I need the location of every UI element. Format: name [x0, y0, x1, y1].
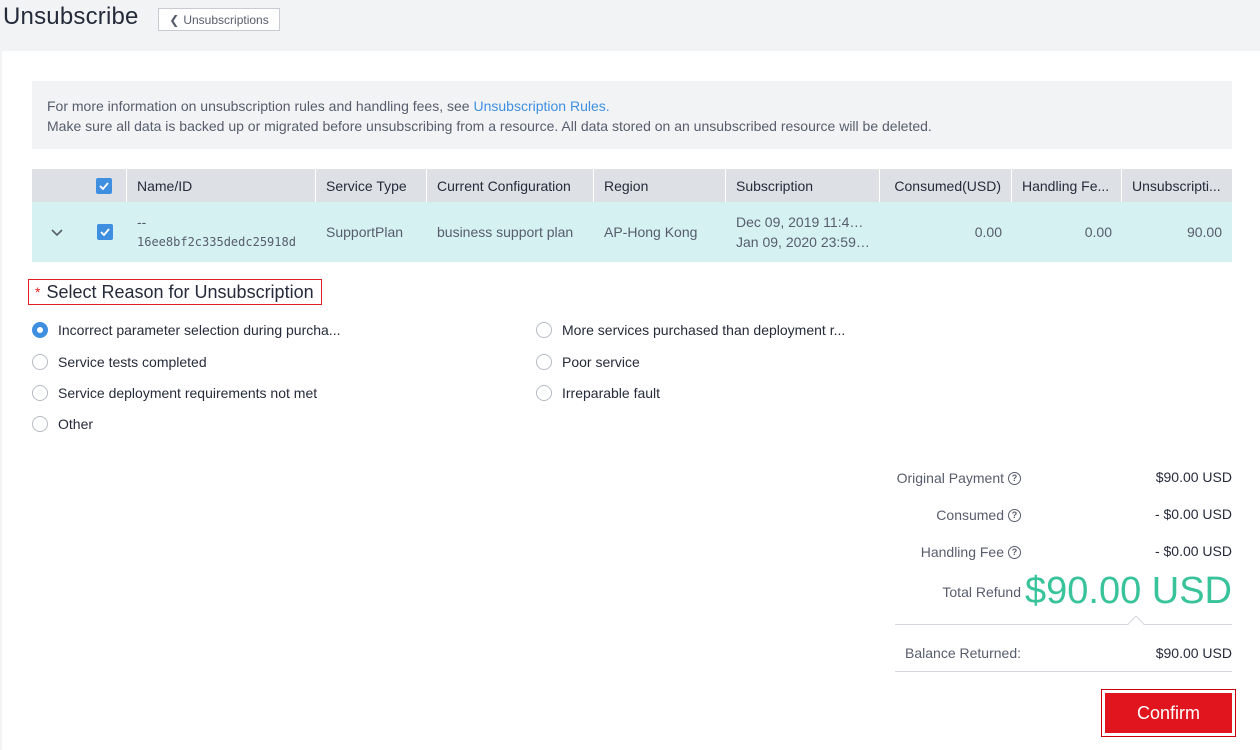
chevron-down-icon: [51, 224, 63, 240]
reason-option-label: Irreparable fault: [562, 385, 661, 401]
confirm-button[interactable]: Confirm: [1105, 693, 1232, 733]
select-all-checkbox[interactable]: [82, 169, 127, 202]
col-header-subscription: Subscription: [726, 169, 880, 202]
reason-option-tests-completed[interactable]: Service tests completed: [32, 354, 207, 370]
radio-selected-icon: [32, 322, 48, 338]
resource-name: --: [137, 214, 147, 230]
radio-unselected-icon: [32, 416, 48, 432]
col-header-name: Name/ID: [127, 169, 316, 202]
reason-option-label: Service deployment requirements not met: [58, 385, 318, 401]
page-title: Unsubscribe: [3, 3, 139, 30]
summary-divider: [895, 624, 1232, 625]
reason-option-incorrect-parameter[interactable]: Incorrect parameter selection during pur…: [32, 322, 340, 338]
cell-subscription: Dec 09, 2019 11:41:... Jan 09, 2020 23:5…: [726, 202, 880, 262]
help-icon[interactable]: ?: [1008, 508, 1021, 522]
reason-option-irreparable-fault[interactable]: Irreparable fault: [536, 385, 660, 401]
original-payment-value: $90.00 USD: [1155, 469, 1232, 485]
col-header-region: Region: [594, 169, 726, 202]
cell-unsubscription: 90.00: [1186, 224, 1222, 240]
handling-fee-label-text: Handling Fee: [920, 544, 1004, 560]
back-to-unsubscriptions-button[interactable]: ❮ Unsubscriptions: [158, 8, 280, 31]
total-refund-label: Total Refund: [942, 584, 1021, 600]
original-payment-label-text: Original Payment: [896, 470, 1004, 486]
col-header-service-type: Service Type: [316, 169, 427, 202]
reason-option-more-services[interactable]: More services purchased than deployment …: [536, 322, 845, 338]
notice-line-1: For more information on unsubscription r…: [47, 96, 1217, 116]
required-mark: *: [35, 284, 41, 300]
table-row: -- 16ee8bf2c335dedc25918d SupportPlan bu…: [32, 202, 1232, 262]
original-payment-label: Original Payment ?: [897, 470, 1021, 486]
balance-returned-value: $90.00 USD: [1155, 645, 1232, 661]
help-icon[interactable]: ?: [1008, 545, 1021, 559]
col-header-handling-fee: Handling Fe...: [1012, 169, 1122, 202]
notice-line-2: Make sure all data is backed up or migra…: [47, 118, 932, 134]
help-icon[interactable]: ?: [1008, 471, 1021, 485]
cell-name-id: -- 16ee8bf2c335dedc25918d: [127, 202, 316, 262]
cell-configuration: business support plan: [437, 224, 574, 240]
row-checkbox[interactable]: [82, 202, 127, 262]
consumed-label: Consumed ?: [936, 507, 1021, 523]
resource-id: 16ee8bf2c335dedc25918d: [137, 235, 296, 249]
col-header-unsubscription: Unsubscripti...: [1132, 177, 1221, 194]
reason-option-requirements-not-met[interactable]: Service deployment requirements not met: [32, 385, 317, 401]
cell-region: AP-Hong Kong: [604, 224, 698, 240]
reason-option-label: Other: [58, 416, 94, 432]
reason-option-poor-service[interactable]: Poor service: [536, 354, 640, 370]
main-panel: For more information on unsubscription r…: [2, 51, 1260, 750]
subscription-end: Jan 09, 2020 23:59:...: [736, 234, 870, 250]
total-refund-value: $90.00 USD: [1024, 570, 1232, 612]
reason-option-label: Incorrect parameter selection during pur…: [58, 322, 341, 338]
cell-service-type: SupportPlan: [326, 224, 404, 240]
reason-option-label: Service tests completed: [58, 354, 207, 370]
consumed-value: - $0.00 USD: [1154, 506, 1232, 522]
back-button-label: Unsubscriptions: [183, 12, 269, 27]
radio-unselected-icon: [32, 385, 48, 401]
chevron-left-icon: ❮: [169, 12, 180, 27]
consumed-label-text: Consumed: [936, 507, 1004, 523]
subscription-start: Dec 09, 2019 11:41:...: [736, 214, 870, 230]
radio-unselected-icon: [536, 322, 552, 338]
expand-row-button[interactable]: [32, 202, 82, 262]
col-header-consumed: Consumed(USD): [880, 169, 1012, 202]
reason-title-text: Select Reason for Unsubscription: [46, 281, 314, 302]
balance-returned-label: Balance Returned:: [905, 645, 1021, 661]
reason-option-other[interactable]: Other: [32, 416, 93, 432]
checkbox-checked-icon: [96, 177, 112, 194]
expand-header: [32, 169, 82, 202]
table-header: Name/ID Service Type Current Configurati…: [32, 169, 1232, 202]
confirm-button-highlight: Confirm: [1101, 689, 1236, 737]
col-header-configuration: Current Configuration: [427, 169, 594, 202]
radio-unselected-icon: [536, 385, 552, 401]
cell-handling-fee: 0.00: [1084, 224, 1112, 240]
checkbox-checked-icon: [96, 224, 113, 240]
handling-fee-value: - $0.00 USD: [1154, 543, 1232, 559]
reason-option-label: Poor service: [562, 354, 640, 370]
reason-option-label: More services purchased than deployment …: [562, 322, 846, 338]
handling-fee-label: Handling Fee ?: [921, 544, 1021, 560]
reason-section-title: * Select Reason for Unsubscription: [28, 279, 322, 305]
radio-unselected-icon: [536, 354, 552, 370]
notice-text: For more information on unsubscription r…: [47, 98, 474, 114]
cell-consumed: 0.00: [974, 224, 1002, 240]
divider-caret: [1127, 615, 1145, 633]
summary-bottom-divider: [895, 671, 1232, 672]
unsubscription-rules-link[interactable]: Unsubscription Rules.: [473, 98, 609, 114]
notice-box: For more information on unsubscription r…: [32, 81, 1232, 149]
resource-table: Name/ID Service Type Current Configurati…: [32, 169, 1232, 262]
radio-unselected-icon: [32, 354, 48, 370]
